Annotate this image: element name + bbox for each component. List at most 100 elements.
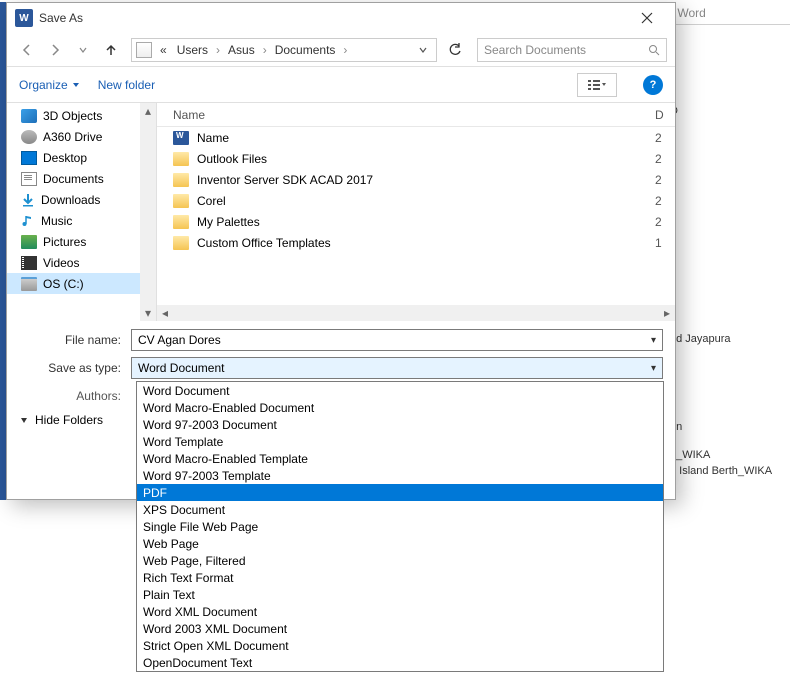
obj3d-icon — [21, 109, 37, 123]
breadcrumb-users[interactable]: Users — [173, 41, 212, 59]
filetype-option-pdf[interactable]: PDF — [137, 484, 663, 501]
nav-bar: « Users › Asus › Documents › — [7, 33, 675, 67]
chevron-down-icon — [418, 45, 428, 55]
back-button[interactable] — [15, 38, 39, 62]
file-row[interactable]: Inventor Server SDK ACAD 20172 — [157, 169, 675, 190]
folder-icon — [173, 236, 189, 250]
help-button[interactable]: ? — [643, 75, 663, 95]
close-button[interactable] — [627, 4, 667, 32]
hide-folders-label: Hide Folders — [35, 413, 103, 427]
tree-item-videos[interactable]: Videos — [7, 252, 156, 273]
scroll-up-button[interactable]: ▴ — [140, 103, 156, 119]
tree-item-downloads[interactable]: Downloads — [7, 189, 156, 210]
saveastype-combo[interactable]: Word Document ▾ — [131, 357, 663, 379]
up-button[interactable] — [99, 38, 123, 62]
refresh-button[interactable] — [443, 38, 467, 62]
file-row[interactable]: Name2 — [157, 127, 675, 148]
dialog-title: Save As — [39, 11, 627, 25]
breadcrumb-prefix[interactable]: « — [156, 41, 171, 59]
new-folder-button[interactable]: New folder — [98, 78, 155, 92]
tree-item-pictures[interactable]: Pictures — [7, 231, 156, 252]
filetype-option-word-macro-enabled-document[interactable]: Word Macro-Enabled Document — [137, 399, 663, 416]
filetype-option-word-xml-document[interactable]: Word XML Document — [137, 603, 663, 620]
view-list-icon — [588, 79, 606, 91]
breadcrumb-asus[interactable]: Asus — [224, 41, 259, 59]
organize-button[interactable]: Organize — [19, 78, 80, 92]
filetype-option-opendocument-text[interactable]: OpenDocument Text — [137, 654, 663, 671]
saveastype-dropdown[interactable]: Word DocumentWord Macro-Enabled Document… — [136, 381, 664, 672]
filetype-option-strict-open-xml-document[interactable]: Strict Open XML Document — [137, 637, 663, 654]
filename-field[interactable]: ▾ — [131, 329, 663, 351]
dl-icon — [21, 193, 35, 207]
address-history-button[interactable] — [414, 39, 432, 61]
column-date[interactable]: D — [655, 108, 675, 122]
tree-scrollbar[interactable]: ▴ ▾ — [140, 103, 156, 321]
search-input[interactable] — [484, 43, 648, 57]
scroll-left-button[interactable]: ◂ — [157, 306, 173, 320]
file-date-fragment: 2 — [655, 173, 675, 187]
scroll-down-button[interactable]: ▾ — [140, 305, 156, 321]
forward-button[interactable] — [43, 38, 67, 62]
organize-label: Organize — [19, 78, 68, 92]
music-icon — [21, 214, 35, 228]
file-row[interactable]: Custom Office Templates1 — [157, 232, 675, 253]
filetype-option-web-page-filtered[interactable]: Web Page, Filtered — [137, 552, 663, 569]
address-bar[interactable]: « Users › Asus › Documents › — [131, 38, 437, 62]
file-list-header[interactable]: Name D — [157, 103, 675, 127]
authors-label: Authors: — [19, 389, 131, 403]
tree-item-3d-objects[interactable]: 3D Objects — [7, 105, 156, 126]
breadcrumb: « Users › Asus › Documents › — [156, 41, 414, 59]
filename-label: File name: — [19, 333, 131, 347]
search-icon — [648, 44, 660, 56]
dialog-body: 3D Objects A360 DriveDesktopDocumentsDown… — [7, 103, 675, 321]
filename-input[interactable] — [138, 333, 651, 347]
arrow-right-icon — [48, 43, 62, 57]
filetype-option-single-file-web-page[interactable]: Single File Web Page — [137, 518, 663, 535]
breadcrumb-sep: › — [341, 43, 349, 57]
folder-icon — [173, 215, 189, 229]
file-name: Outlook Files — [197, 152, 655, 166]
file-row[interactable]: Outlook Files2 — [157, 148, 675, 169]
chevron-down-icon — [72, 81, 80, 89]
filetype-option-web-page[interactable]: Web Page — [137, 535, 663, 552]
breadcrumb-sep: › — [261, 43, 269, 57]
filetype-option-word-97-2003-template[interactable]: Word 97-2003 Template — [137, 467, 663, 484]
tree-item-music[interactable]: Music — [7, 210, 156, 231]
filetype-option-word-2003-xml-document[interactable]: Word 2003 XML Document — [137, 620, 663, 637]
word-doc-icon — [173, 131, 189, 145]
tree-item-os-c-[interactable]: OS (C:) — [7, 273, 156, 294]
filetype-option-word-template[interactable]: Word Template — [137, 433, 663, 450]
tree-item-documents[interactable]: Documents — [7, 168, 156, 189]
filetype-option-xps-document[interactable]: XPS Document — [137, 501, 663, 518]
file-name: Custom Office Templates — [197, 236, 655, 250]
docs-icon — [21, 172, 37, 186]
filetype-option-rich-text-format[interactable]: Rich Text Format — [137, 569, 663, 586]
close-icon — [641, 12, 653, 24]
recent-dropdown-button[interactable] — [71, 38, 95, 62]
chevron-down-icon[interactable]: ▾ — [651, 335, 656, 346]
breadcrumb-documents[interactable]: Documents — [271, 41, 340, 59]
search-box[interactable] — [477, 38, 667, 62]
filetype-option-word-97-2003-document[interactable]: Word 97-2003 Document — [137, 416, 663, 433]
tree-item-label: Pictures — [43, 235, 86, 249]
file-date-fragment: 2 — [655, 194, 675, 208]
column-name[interactable]: Name — [173, 108, 655, 122]
drive-icon — [21, 277, 37, 291]
breadcrumb-sep: › — [214, 43, 222, 57]
filetype-option-word-macro-enabled-template[interactable]: Word Macro-Enabled Template — [137, 450, 663, 467]
filetype-option-word-document[interactable]: Word Document — [137, 382, 663, 399]
file-date-fragment: 2 — [655, 131, 675, 145]
tree-item-label: 3D Objects — [43, 109, 102, 123]
file-list-hscrollbar[interactable]: ◂ ▸ — [157, 305, 675, 321]
tree-item-a360-drive[interactable]: A360 Drive — [7, 126, 156, 147]
file-list: Name D Name2Outlook Files2Inventor Serve… — [157, 103, 675, 321]
view-options-button[interactable] — [577, 73, 617, 97]
tree-item-desktop[interactable]: Desktop — [7, 147, 156, 168]
scroll-right-button[interactable]: ▸ — [659, 306, 675, 320]
file-row[interactable]: My Palettes2 — [157, 211, 675, 232]
file-row[interactable]: Corel2 — [157, 190, 675, 211]
desktop-icon — [21, 151, 37, 165]
filetype-option-plain-text[interactable]: Plain Text — [137, 586, 663, 603]
chevron-down-icon: ▾ — [651, 363, 656, 374]
file-name: Name — [197, 131, 655, 145]
